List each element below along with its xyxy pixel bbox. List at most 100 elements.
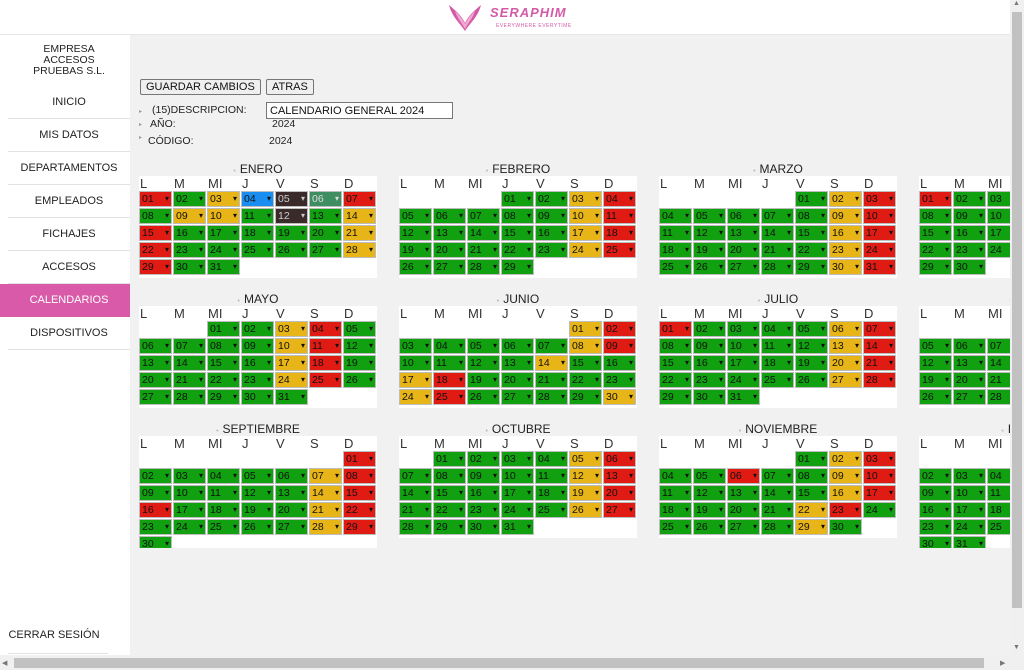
day-select[interactable]: 12 ▾ — [343, 338, 376, 354]
day-select[interactable]: 06 ▾ — [727, 208, 760, 224]
day-select[interactable]: 17 ▾ — [569, 225, 602, 241]
day-select[interactable]: 01 ▾ — [919, 191, 952, 207]
day-select[interactable]: 24 ▾ — [173, 519, 206, 535]
day-select[interactable]: 31 ▾ — [727, 389, 760, 405]
day-select[interactable]: 10▾ — [207, 208, 240, 224]
day-select[interactable]: 23 ▾ — [919, 519, 952, 535]
day-select[interactable]: 08 ▾ — [795, 468, 828, 484]
day-select[interactable]: 28 ▾ — [173, 389, 206, 405]
day-select[interactable]: 17 ▾ — [173, 502, 206, 518]
day-select[interactable]: 05 ▾ — [343, 321, 376, 337]
seraphim-logo[interactable]: SERAPHIM EVERYWHERE EVERYTIME — [448, 3, 578, 33]
day-select[interactable]: 17 ▾ — [863, 485, 896, 501]
day-select[interactable]: 28 ▾ — [535, 389, 568, 405]
day-select[interactable]: 18 ▾ — [309, 355, 342, 371]
day-select[interactable]: 05 ▾ — [693, 208, 726, 224]
day-select[interactable]: 24 ▾ — [569, 242, 602, 258]
day-select[interactable]: 14 ▾ — [309, 485, 342, 501]
day-select[interactable]: 15 ▾ — [207, 355, 240, 371]
day-select[interactable]: 01 ▾ — [659, 321, 692, 337]
day-select[interactable]: 02 ▾ — [173, 191, 206, 207]
day-select[interactable]: 12 ▾ — [569, 468, 602, 484]
day-select[interactable]: 29 ▾ — [569, 389, 602, 405]
day-select[interactable]: 11▾ — [659, 485, 692, 501]
sidebar-item-calendarios[interactable]: CALENDARIOS — [0, 284, 130, 317]
day-select[interactable]: 23 ▾ — [829, 242, 862, 258]
day-select[interactable]: 25▾ — [535, 502, 568, 518]
day-select[interactable]: 09 ▾ — [139, 485, 172, 501]
day-select[interactable]: 12 ▾ — [795, 338, 828, 354]
day-select[interactable]: 27 ▾ — [953, 389, 986, 405]
day-select[interactable]: 06 ▾ — [953, 338, 986, 354]
day-select[interactable]: 03 ▾ — [207, 191, 240, 207]
day-select[interactable]: 17 ▾ — [727, 355, 760, 371]
day-select[interactable]: 03 ▾ — [863, 191, 896, 207]
day-select[interactable]: 22 ▾ — [139, 242, 172, 258]
day-select[interactable]: 10▾ — [863, 208, 896, 224]
day-select[interactable]: 23 ▾ — [241, 372, 274, 388]
day-select[interactable]: 20 ▾ — [275, 502, 308, 518]
day-select[interactable]: 17 ▾ — [399, 372, 432, 388]
day-select[interactable]: 03 ▾ — [501, 451, 534, 467]
day-select[interactable]: 20 ▾ — [727, 242, 760, 258]
day-select[interactable]: 06 ▾ — [433, 208, 466, 224]
day-select[interactable]: 19 ▾ — [275, 225, 308, 241]
day-select[interactable]: 29 ▾ — [795, 259, 828, 275]
day-select[interactable]: 22 ▾ — [919, 242, 952, 258]
day-select[interactable]: 20 ▾ — [953, 372, 986, 388]
day-select[interactable]: 07 ▾ — [173, 338, 206, 354]
day-select[interactable]: 12 ▾ — [919, 355, 952, 371]
day-select[interactable]: 19 ▾ — [693, 242, 726, 258]
day-select[interactable]: 02 ▾ — [241, 321, 274, 337]
day-select[interactable]: 17 ▾ — [863, 225, 896, 241]
day-select[interactable]: 15 ▾ — [795, 485, 828, 501]
day-select[interactable]: 11▾ — [603, 208, 636, 224]
day-select[interactable]: 10▾ — [173, 485, 206, 501]
day-select[interactable]: 18 ▾ — [433, 372, 466, 388]
day-select[interactable]: 11▾ — [987, 485, 1010, 501]
day-select[interactable]: 30 ▾ — [467, 519, 500, 535]
day-select[interactable]: 26 ▾ — [399, 259, 432, 275]
day-select[interactable]: 21 ▾ — [863, 355, 896, 371]
sidebar-item-mis-datos[interactable]: MIS DATOS — [8, 119, 130, 152]
day-select[interactable]: 26 ▾ — [275, 242, 308, 258]
day-select[interactable]: 06 ▾ — [829, 321, 862, 337]
day-select[interactable]: 10▾ — [863, 468, 896, 484]
day-select[interactable]: 04 ▾ — [761, 321, 794, 337]
day-select[interactable]: 09 ▾ — [919, 485, 952, 501]
day-select[interactable]: 29 ▾ — [919, 259, 952, 275]
day-select[interactable]: 25▾ — [987, 519, 1010, 535]
day-select[interactable]: 13 ▾ — [829, 338, 862, 354]
day-select[interactable]: 16 ▾ — [535, 225, 568, 241]
day-select[interactable]: 07 ▾ — [761, 468, 794, 484]
day-select[interactable]: 22 ▾ — [659, 372, 692, 388]
day-select[interactable]: 30 ▾ — [693, 389, 726, 405]
day-select[interactable]: 13 ▾ — [309, 208, 342, 224]
day-select[interactable]: 19 ▾ — [241, 502, 274, 518]
day-select[interactable]: 20 ▾ — [433, 242, 466, 258]
day-select[interactable]: 18 ▾ — [761, 355, 794, 371]
sidebar-item-departamentos[interactable]: DEPARTAMENTOS — [8, 152, 130, 185]
day-select[interactable]: 16 ▾ — [919, 502, 952, 518]
day-select[interactable]: 30 ▾ — [919, 536, 952, 548]
day-select[interactable]: 16 ▾ — [139, 502, 172, 518]
day-select[interactable]: 01 ▾ — [501, 191, 534, 207]
day-select[interactable]: 06 ▾ — [501, 338, 534, 354]
day-select[interactable]: 10▾ — [399, 355, 432, 371]
day-select[interactable]: 05 ▾ — [467, 338, 500, 354]
day-select[interactable]: 03 ▾ — [173, 468, 206, 484]
day-select[interactable]: 22 ▾ — [569, 372, 602, 388]
day-select[interactable]: 30 ▾ — [241, 389, 274, 405]
day-select[interactable]: 05 ▾ — [693, 468, 726, 484]
day-select[interactable]: 03 ▾ — [399, 338, 432, 354]
day-select[interactable]: 16 ▾ — [241, 355, 274, 371]
day-select[interactable]: 23 ▾ — [535, 242, 568, 258]
day-select[interactable]: 10▾ — [987, 208, 1010, 224]
day-select[interactable]: 26 ▾ — [795, 372, 828, 388]
day-select[interactable]: 27 ▾ — [727, 259, 760, 275]
day-select[interactable]: 07 ▾ — [761, 208, 794, 224]
day-select[interactable]: 03 ▾ — [569, 191, 602, 207]
day-select[interactable]: 28 ▾ — [863, 372, 896, 388]
day-select[interactable]: 02 ▾ — [953, 191, 986, 207]
day-select[interactable]: 26 ▾ — [467, 389, 500, 405]
